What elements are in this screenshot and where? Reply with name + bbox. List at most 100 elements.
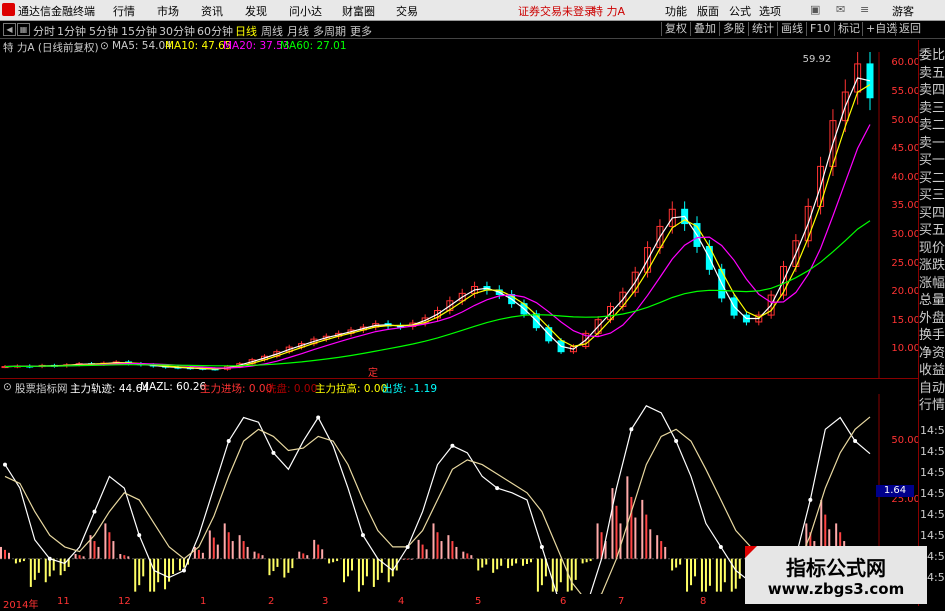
tab-monthly[interactable]: 月线 xyxy=(287,23,309,39)
quote-label[interactable]: 自动 xyxy=(919,377,945,396)
trajectory-point xyxy=(808,497,813,502)
indicator-settings-icon[interactable]: ⊙ xyxy=(3,381,12,393)
quote-label[interactable]: 涨幅 xyxy=(919,272,945,291)
list-icon[interactable]: ▦ xyxy=(17,23,30,36)
candlestick-chart[interactable]: 59.926.54定 xyxy=(0,52,880,378)
menu-xuanxiang[interactable]: 选项 xyxy=(759,3,781,19)
price-tick-label: 20.00 xyxy=(891,286,920,298)
user-icon[interactable]: ▣ xyxy=(810,3,820,16)
mail-icon[interactable]: ✉ xyxy=(836,3,845,16)
menu-shichang[interactable]: 市场 xyxy=(157,3,179,19)
menu-icon[interactable]: ≡ xyxy=(860,3,869,16)
btn-tongji[interactable]: 统计 xyxy=(748,22,777,36)
menu-wenxiaoda[interactable]: 问小达 xyxy=(289,3,322,19)
indicator-bar xyxy=(410,558,413,560)
menu-caifuquan[interactable]: 财富圈 xyxy=(342,3,375,19)
trajectory-point xyxy=(718,544,723,549)
indicator-bar xyxy=(626,476,629,559)
quote-label[interactable]: 行情 xyxy=(919,394,945,413)
indicator-bar xyxy=(223,523,226,559)
tab-weekly[interactable]: 周线 xyxy=(261,23,283,39)
quote-label[interactable]: 卖二 xyxy=(919,114,945,133)
indicator-bar xyxy=(182,558,185,568)
indicator-bar xyxy=(287,558,290,573)
btn-fuquan[interactable]: 复权 xyxy=(661,22,690,36)
quote-label[interactable]: 净资 xyxy=(919,342,945,361)
indicator-bar xyxy=(212,537,215,559)
app-logo-icon xyxy=(2,3,15,16)
quote-label[interactable]: 买二 xyxy=(919,167,945,186)
indicator-bar xyxy=(447,535,450,559)
tab-60min[interactable]: 60分钟 xyxy=(197,23,233,39)
tab-30min[interactable]: 30分钟 xyxy=(159,23,195,39)
indicator-bar xyxy=(283,558,286,578)
indicator-bar xyxy=(153,558,156,592)
quote-label[interactable]: 买三 xyxy=(919,184,945,203)
quote-label[interactable]: 买五 xyxy=(919,219,945,238)
quote-label[interactable]: 换手 xyxy=(919,324,945,343)
trajectory-point xyxy=(495,486,500,491)
tab-5min[interactable]: 5分钟 xyxy=(89,23,118,39)
menu-banmian[interactable]: 版面 xyxy=(697,3,719,19)
indicator-bar xyxy=(664,546,667,559)
quote-label[interactable]: 卖五 xyxy=(919,62,945,81)
quote-label[interactable]: 委比 xyxy=(919,44,945,63)
indicator-value-badge: 1.64 xyxy=(876,485,914,497)
btn-huaxian[interactable]: 画线 xyxy=(777,22,806,36)
trajectory-point xyxy=(137,533,142,538)
indicator-bar xyxy=(172,558,175,574)
watermark-url: www.zbgs3.com xyxy=(767,580,905,598)
indicator-bar xyxy=(649,529,652,559)
ma10-label: MA10: 47.65 xyxy=(165,40,232,52)
indicator-bar xyxy=(332,558,335,563)
indicator-bar xyxy=(656,535,659,559)
indicator-bar xyxy=(496,558,499,570)
quote-label[interactable]: 买一 xyxy=(919,149,945,168)
indicator-bar xyxy=(4,549,6,559)
quote-label[interactable]: 总量 xyxy=(919,289,945,308)
indicator-bar xyxy=(406,558,409,560)
indicator-bar xyxy=(540,558,543,586)
btn-f10[interactable]: F10 xyxy=(806,22,833,36)
guest-label[interactable]: 游客 xyxy=(892,3,914,19)
indicator-bar xyxy=(268,558,271,576)
date-tick-label: 2 xyxy=(268,596,275,607)
menu-faxian[interactable]: 发现 xyxy=(245,3,267,19)
quote-label[interactable]: 卖四 xyxy=(919,79,945,98)
quote-label[interactable]: 收益 xyxy=(919,359,945,378)
tab-multi[interactable]: 多周期 xyxy=(313,23,346,39)
indicator-bar xyxy=(44,558,47,583)
quote-label[interactable]: 涨跌 xyxy=(919,254,945,273)
tick-time: 14:50 xyxy=(920,508,945,521)
btn-biaoji[interactable]: 标记 xyxy=(834,22,863,36)
btn-duogu[interactable]: 多股 xyxy=(719,22,748,36)
tab-more[interactable]: 更多 xyxy=(350,23,372,39)
menu-jiaoyi[interactable]: 交易 xyxy=(396,3,418,19)
menu-gongshi[interactable]: 公式 xyxy=(729,3,751,19)
event-marker: 定 xyxy=(368,366,378,378)
tab-daily[interactable]: 日线 xyxy=(235,23,257,39)
indicator-bar xyxy=(723,558,726,583)
prev-icon[interactable]: ◀ xyxy=(3,23,16,36)
tab-fenshi[interactable]: 分时 xyxy=(33,23,55,39)
quote-label[interactable]: 现价 xyxy=(919,237,945,256)
quote-label[interactable]: 卖三 xyxy=(919,97,945,116)
indicator-bar xyxy=(555,558,558,592)
trajectory-point xyxy=(539,544,544,549)
settings-icon[interactable]: ⊙ xyxy=(100,40,109,52)
btn-fanhui[interactable]: 返回 xyxy=(895,22,924,36)
tab-1min[interactable]: 1分钟 xyxy=(57,23,86,39)
indicator-bar xyxy=(208,530,211,559)
quote-label[interactable]: 外盘 xyxy=(919,307,945,326)
indicator-bar xyxy=(164,558,167,590)
trajectory-point xyxy=(405,544,410,549)
btn-diejia[interactable]: 叠加 xyxy=(690,22,719,36)
quote-label[interactable]: 卖一 xyxy=(919,132,945,151)
tab-15min[interactable]: 15分钟 xyxy=(121,23,157,39)
indicator-bar xyxy=(451,541,454,559)
quote-label[interactable]: 买四 xyxy=(919,202,945,221)
menu-hangqing[interactable]: 行情 xyxy=(113,3,135,19)
indicator-bar xyxy=(671,558,674,571)
menu-zixun[interactable]: 资讯 xyxy=(201,3,223,19)
menu-gongneng[interactable]: 功能 xyxy=(665,3,687,19)
